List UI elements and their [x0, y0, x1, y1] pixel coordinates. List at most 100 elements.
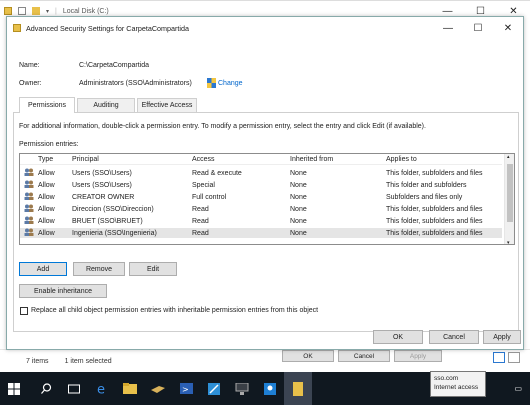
column-header-type[interactable]: Type	[38, 156, 53, 163]
scrollbar-thumb[interactable]	[507, 164, 513, 222]
app-icon	[208, 382, 220, 395]
svg-text:e: e	[97, 383, 105, 396]
folder-icon	[293, 381, 303, 396]
enable-inheritance-button[interactable]: Enable inheritance	[19, 284, 107, 298]
owner-label: Owner:	[19, 80, 42, 87]
table-scrollbar[interactable]: ▴ ▾	[504, 154, 514, 244]
entry-principal: BRUET (SSO\BRUET)	[72, 217, 143, 225]
view-toggle-buttons	[493, 352, 520, 363]
advanced-security-dialog: Advanced Security Settings for CarpetaCo…	[6, 16, 524, 350]
folder-icon	[4, 7, 12, 15]
taskbar-server-manager[interactable]	[144, 372, 172, 405]
hidden-cancel-button[interactable]: Cancel	[338, 350, 390, 362]
entry-applies: Subfolders and files only	[386, 193, 463, 201]
quick-access-dropdown-icon[interactable]: ▾	[46, 8, 49, 15]
column-header-access[interactable]: Access	[192, 156, 215, 163]
column-header-applies[interactable]: Applies to	[386, 156, 417, 163]
users-group-icon	[24, 192, 34, 202]
table-row[interactable]: Allow Users (SSO\Users) Special None This fo…	[20, 180, 502, 190]
remove-button[interactable]: Remove	[73, 262, 125, 276]
entry-access: Read	[192, 229, 209, 237]
minimize-icon[interactable]: —	[433, 17, 463, 39]
explorer-title: Local Disk (C:)	[62, 7, 109, 15]
dialog-title: Advanced Security Settings for CarpetaCo…	[26, 23, 189, 33]
entry-principal: Users (SSO\Users)	[72, 169, 132, 177]
folder-icon	[123, 383, 137, 394]
taskbar-file-explorer[interactable]	[116, 372, 144, 405]
entry-access: Read	[192, 205, 209, 213]
tooltip-line1: sso.com	[434, 375, 459, 382]
table-row[interactable]: Allow Ingenieria (SSO\Ingenieria) Read None…	[20, 228, 502, 238]
scroll-down-icon[interactable]: ▾	[507, 240, 510, 244]
entry-access: Special	[192, 181, 215, 189]
entry-type: Allow	[38, 193, 55, 201]
entry-principal: Users (SSO\Users)	[72, 181, 132, 189]
users-group-icon	[24, 228, 34, 238]
folder-icon	[13, 24, 21, 32]
name-label: Name:	[19, 62, 40, 69]
entry-type: Allow	[38, 229, 55, 237]
name-value: C:\CarpetaCompartida	[79, 62, 150, 69]
status-item-count: 7 items	[26, 358, 49, 365]
large-icons-view-icon[interactable]	[508, 352, 520, 363]
taskbar-network[interactable]	[228, 372, 256, 405]
task-view-button[interactable]	[60, 372, 88, 405]
taskbar-app[interactable]	[200, 372, 228, 405]
apply-button[interactable]: Apply	[483, 330, 521, 344]
tab-permissions[interactable]: Permissions	[19, 97, 75, 113]
entry-principal: Direccion (SSO\Direccion)	[72, 205, 154, 213]
status-selected-count: 1 item selected	[64, 358, 112, 365]
table-row[interactable]: Allow BRUET (SSO\BRUET) Read None This folde…	[20, 216, 502, 226]
entry-applies: This folder, subfolders and files	[386, 229, 483, 237]
cancel-button[interactable]: Cancel	[429, 330, 479, 344]
table-row[interactable]: Allow Direccion (SSO\Direccion) Read None Th…	[20, 204, 502, 214]
tab-effective-access[interactable]: Effective Access	[137, 98, 197, 112]
edit-button[interactable]: Edit	[129, 262, 177, 276]
replace-checkbox[interactable]	[20, 307, 28, 315]
task-view-icon	[68, 384, 80, 393]
entry-inherited: None	[290, 217, 307, 225]
owner-value: Administrators (SSO\Administrators)	[79, 80, 192, 87]
change-owner-link[interactable]: Change	[218, 80, 243, 87]
start-button[interactable]	[0, 372, 28, 405]
powershell-icon: >	[179, 383, 193, 394]
ok-button[interactable]: OK	[373, 330, 423, 344]
column-header-principal[interactable]: Principal	[72, 156, 99, 163]
replace-checkbox-label: Replace all child object permission entr…	[31, 307, 319, 314]
add-button[interactable]: Add	[19, 262, 67, 276]
maximize-icon[interactable]: ☐	[463, 17, 493, 39]
table-row[interactable]: Allow Users (SSO\Users) Read & execute None…	[20, 168, 502, 178]
taskbar-powershell[interactable]: >	[172, 372, 200, 405]
entry-type: Allow	[38, 217, 55, 225]
taskbar-edge[interactable]: e	[88, 372, 116, 405]
scroll-up-icon[interactable]: ▴	[507, 154, 510, 160]
hidden-apply-button[interactable]: Apply	[394, 350, 442, 362]
taskbar-users[interactable]	[256, 372, 284, 405]
details-view-icon[interactable]	[493, 352, 505, 363]
explorer-status-bar: 7 items 1 item selected	[0, 349, 530, 373]
entry-principal: CREATOR OWNER	[72, 193, 135, 201]
close-icon[interactable]: ✕	[493, 17, 523, 39]
users-group-icon	[24, 168, 34, 178]
tooltip-line2: Internet access	[434, 384, 479, 391]
notification-icon[interactable]: ▭	[514, 384, 522, 393]
hidden-ok-button[interactable]: OK	[282, 350, 334, 362]
entry-type: Allow	[38, 169, 55, 177]
entry-applies: This folder, subfolders and files	[386, 169, 483, 177]
users-group-icon	[24, 180, 34, 190]
windows-logo-icon	[8, 382, 20, 395]
taskbar-explorer-active[interactable]	[284, 372, 312, 405]
entry-access: Read & execute	[192, 169, 242, 177]
properties-icon[interactable]	[18, 7, 26, 15]
network-computer-icon	[235, 382, 249, 395]
entry-inherited: None	[290, 181, 307, 189]
dialog-window-controls: — ☐ ✕	[433, 17, 523, 39]
tab-auditing[interactable]: Auditing	[77, 98, 135, 112]
table-row[interactable]: Allow CREATOR OWNER Full control None Subfol…	[20, 192, 502, 202]
search-icon	[40, 383, 51, 394]
column-header-inherited[interactable]: Inherited from	[290, 156, 333, 163]
entry-access: Read	[192, 217, 209, 225]
permission-entries-table: Type Principal Access Inherited from App…	[19, 153, 515, 245]
search-button[interactable]	[32, 372, 60, 405]
new-folder-icon[interactable]	[32, 7, 40, 15]
